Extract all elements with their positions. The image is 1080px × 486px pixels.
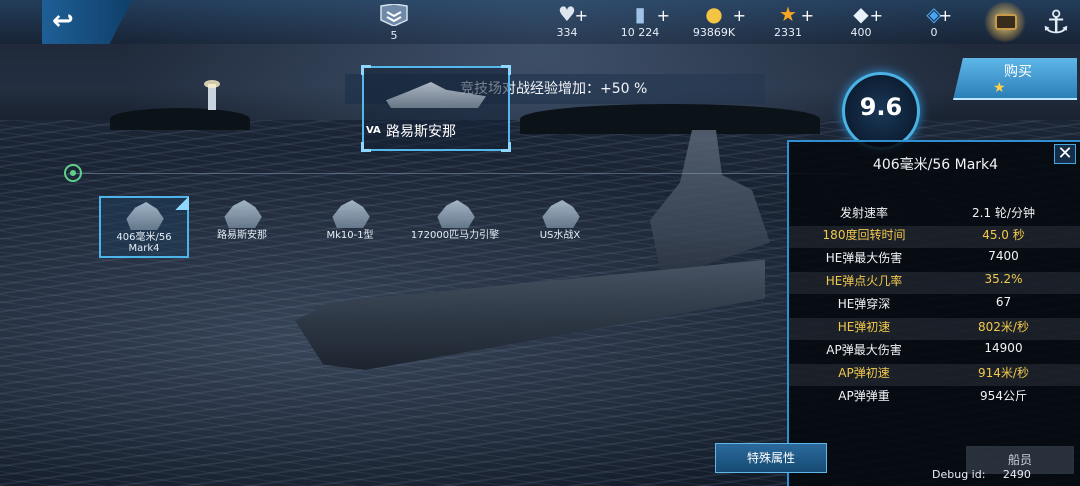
engine-icon [437,200,475,228]
stat-key: HE弹穿深 [837,297,891,311]
island-right [520,104,820,134]
stat-row: AP弹初速 914米/秒 [789,364,1080,386]
resource-stars[interactable]: ★ + 2331 [768,2,814,42]
corner-decoration [501,142,511,152]
add-icon: + [656,6,670,25]
rank-badge[interactable]: 5 [378,3,410,42]
hull-icon [224,200,262,228]
stat-key: HE弹初速 [837,320,891,334]
panel-title: 406毫米/56 Mark4 [872,157,999,173]
stat-row: AP弹最大伤害 14900 [789,341,1080,363]
resource-crystals[interactable]: ◈ + 0 [922,2,952,42]
hearts-value: 334 [556,26,578,39]
stat-key: AP弹初速 [838,366,890,380]
corner-decoration [501,65,511,75]
star-icon: ★ [993,80,1006,96]
stat-value: 67 [995,295,1012,309]
module-engine[interactable]: 172000匹马力引擎 [410,196,500,258]
debug-label: Debug id: [932,468,986,481]
stat-key: 180度回转时间 [822,228,906,242]
module-label: 406毫米/56 Mark4 [116,232,172,254]
main-battery-icon [126,202,164,230]
stars-value: 2331 [774,26,802,39]
special-attributes-button[interactable]: 特殊属性 [715,443,827,473]
ship-name: 路易斯安那 [386,124,456,140]
stat-row: 180度回转时间 45.0 秒 [789,226,1080,248]
stat-row: HE弹点火几率 35.2% [789,272,1080,294]
stat-row: 发射速率 2.1 轮/分钟 [789,204,1080,226]
stat-value: 45.0 秒 [982,228,1025,242]
anchor-icon[interactable]: ⚓ [1032,0,1080,44]
rank-chevron-icon [380,3,408,27]
resource-diamonds[interactable]: ◆ + 400 [845,2,884,42]
module-main-battery[interactable]: 406毫米/56 Mark4 [99,196,189,258]
module-divider [68,173,848,174]
add-icon: + [869,6,883,25]
stat-value: 7400 [988,249,1019,263]
stat-key: AP弹最大伤害 [826,343,902,357]
treasure-chest-icon[interactable] [983,2,1027,42]
add-icon: + [574,6,588,25]
corner-decoration [361,142,371,152]
stat-key: AP弹弹重 [838,389,890,403]
stat-row: HE弹最大伤害 7400 [789,249,1080,271]
stat-row: AP弹弹重 954公斤 [789,387,1080,409]
ship-level-value: 9.6 [859,93,903,121]
module-stats-panel: ✕ 406毫米/56 Mark4 发射速率 2.1 轮/分钟 180度回转时间 … [787,140,1080,486]
lighthouse-light [204,80,220,88]
module-seaplane[interactable]: US水战X [515,196,605,258]
ship-class-tag: VA [366,125,381,136]
fire-control-icon [332,200,370,228]
coins-value: 93869K [692,26,736,39]
ship-card[interactable]: VA 路易斯安那 [361,65,511,152]
buy-label: 购买 [1004,64,1032,80]
crystals-value: 0 [930,26,938,39]
stat-key: HE弹点火几率 [825,274,903,288]
target-crosshair-icon[interactable] [64,164,82,182]
module-label: 172000匹马力引擎 [410,230,500,241]
resource-cards[interactable]: ▮ + 10 224 [616,2,670,42]
ship-silhouette-icon [386,82,486,108]
island-left [110,108,250,130]
debug-value: 2490 [1002,468,1031,481]
corner-decoration [361,65,371,75]
stat-row: HE弹初速 802米/秒 [789,318,1080,340]
stat-value: 2.1 轮/分钟 [972,206,1035,220]
add-icon: + [938,6,952,25]
resource-coins[interactable]: ● + 93869K [688,2,746,42]
stat-value: 954公斤 [980,389,1027,403]
add-icon: + [732,6,746,25]
debug-info: Debug id: 2490 [932,468,1031,481]
stat-value: 914米/秒 [978,366,1029,380]
module-label: 路易斯安那 [217,230,267,241]
module-hull[interactable]: 路易斯安那 [197,196,287,258]
add-icon: + [800,6,814,25]
stat-key: HE弹最大伤害 [825,251,903,265]
back-arrow-icon: ↩ [52,6,74,36]
ship-level-badge: 9.6 [842,72,920,150]
cards-value: 10 224 [620,26,660,39]
rank-value: 5 [390,29,398,42]
resource-hearts[interactable]: ♥ + 334 [552,2,589,42]
buy-button[interactable]: 购买 ★ [953,58,1077,100]
stat-value: 14900 [984,341,1023,355]
stat-key: 发射速率 [839,206,888,220]
stat-value: 35.2% [984,272,1023,286]
diamonds-value: 400 [850,26,872,39]
module-fire-control[interactable]: Mk10-1型 [305,196,395,258]
stat-row: HE弹穿深 67 [789,295,1080,317]
seaplane-icon [542,200,580,228]
module-label: US水战X [539,230,581,241]
back-button[interactable]: ↩ [42,0,132,44]
module-label: Mk10-1型 [326,230,374,241]
stat-value: 802米/秒 [978,320,1029,334]
top-bar: ↩ 5 ♥ + 334 ▮ + 10 224 ● + 93869K ★ + 23… [0,0,1080,44]
